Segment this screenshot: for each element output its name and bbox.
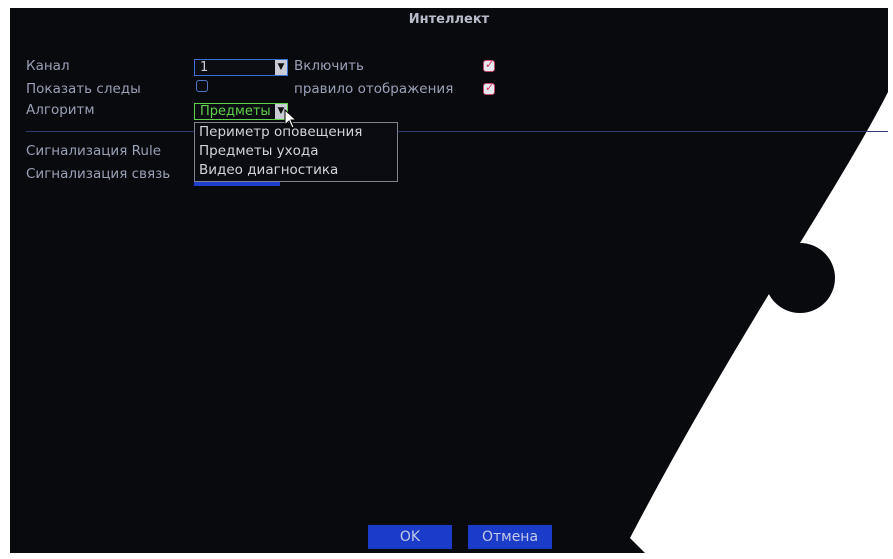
channel-value: 1	[200, 60, 209, 75]
enable-label: Включить	[294, 58, 364, 74]
dropdown-option[interactable]: Периметр оповещения	[199, 124, 362, 140]
window-title: Интеллект	[408, 12, 490, 27]
cancel-button[interactable]: Отмена	[468, 525, 552, 549]
algorithm-label: Алгоритм	[26, 102, 95, 118]
ok-button[interactable]: OK	[368, 525, 452, 549]
show-traces-label: Показать следы	[26, 81, 141, 97]
display-rule-label: правило отображения	[294, 81, 454, 97]
enable-checkbox[interactable]: ✓	[483, 58, 495, 72]
show-traces-checkbox[interactable]	[196, 80, 208, 92]
chevron-down-icon[interactable]: ▼	[275, 60, 287, 75]
watermark-graphic	[630, 91, 888, 553]
alarm-link-label: Сигнализация связь	[26, 166, 171, 182]
dropdown-option[interactable]: Предметы ухода	[199, 143, 319, 159]
alarm-rule-label: Сигнализация Rule	[26, 143, 162, 159]
channel-label: Канал	[26, 58, 70, 74]
section-divider	[26, 131, 888, 132]
check-icon: ✓	[485, 81, 495, 94]
mouse-cursor-icon	[284, 109, 298, 129]
algorithm-select[interactable]: Предметы ▼	[194, 103, 288, 120]
check-icon: ✓	[485, 58, 495, 71]
channel-select[interactable]: 1 ▼	[194, 59, 288, 76]
dropdown-option[interactable]: Видео диагностика	[199, 162, 338, 178]
algorithm-dropdown-list: Периметр оповещения Предметы ухода Видео…	[194, 122, 398, 182]
display-rule-checkbox[interactable]: ✓	[483, 81, 495, 95]
intellect-dialog: Интеллект Канал 1 ▼ Включить ✓ Показать …	[10, 8, 888, 553]
algorithm-value: Предметы	[200, 104, 270, 119]
